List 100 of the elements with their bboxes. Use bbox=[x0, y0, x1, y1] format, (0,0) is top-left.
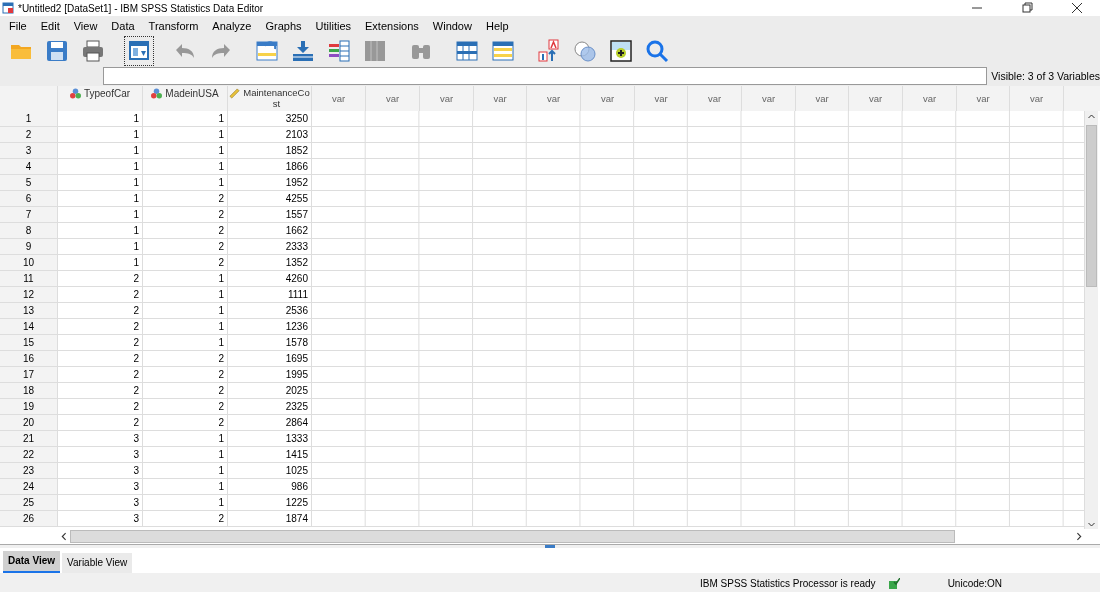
table-cell: 1 bbox=[143, 463, 228, 479]
row-number[interactable]: 7 bbox=[0, 207, 58, 223]
row-number[interactable]: 10 bbox=[0, 255, 58, 271]
row-number[interactable]: 5 bbox=[0, 175, 58, 191]
table-cell: 3 bbox=[58, 463, 143, 479]
row-number[interactable]: 22 bbox=[0, 447, 58, 463]
close-icon[interactable] bbox=[1070, 1, 1084, 15]
table-cell: 1 bbox=[143, 319, 228, 335]
row-number[interactable]: 25 bbox=[0, 495, 58, 511]
table-cell: 1 bbox=[58, 127, 143, 143]
scrollbar-thumb[interactable] bbox=[1086, 125, 1097, 287]
table-cell: 3 bbox=[58, 511, 143, 527]
table-cell: 2 bbox=[143, 511, 228, 527]
visible-variables-label: Visible: 3 of 3 Variables bbox=[991, 70, 1100, 82]
restore-icon[interactable] bbox=[1020, 1, 1034, 15]
table-cell: 2 bbox=[58, 271, 143, 287]
column-header[interactable]: TypeofCar bbox=[83, 87, 131, 101]
unicode-status: Unicode:ON bbox=[947, 578, 1003, 589]
cell-editor-field[interactable] bbox=[103, 67, 988, 85]
menu-item[interactable]: Window bbox=[425, 20, 479, 32]
menu-item[interactable]: File bbox=[2, 20, 34, 32]
table-cell: 2 bbox=[58, 319, 143, 335]
menu-item[interactable]: View bbox=[66, 20, 105, 32]
menu-item[interactable]: Edit bbox=[33, 20, 67, 32]
row-number[interactable]: 26 bbox=[0, 511, 58, 527]
table-cell: 1 bbox=[58, 207, 143, 223]
table-cell: 1 bbox=[143, 175, 228, 191]
table-cell: 1 bbox=[58, 239, 143, 255]
splitter-handle[interactable] bbox=[545, 545, 555, 548]
table-cell: 2 bbox=[143, 367, 228, 383]
table-cell: 3 bbox=[58, 447, 143, 463]
table-cell: 3 bbox=[58, 431, 143, 447]
table-cell: 1 bbox=[58, 191, 143, 207]
table-cell: 1 bbox=[58, 223, 143, 239]
table-cell: 2 bbox=[143, 223, 228, 239]
table-cell: 2 bbox=[143, 191, 228, 207]
row-number[interactable]: 6 bbox=[0, 191, 58, 207]
table-cell: 2 bbox=[58, 415, 143, 431]
menu-item[interactable]: Help bbox=[478, 20, 516, 32]
column-header[interactable]: MaintenanceCo st bbox=[242, 87, 311, 109]
row-number[interactable]: 21 bbox=[0, 431, 58, 447]
table-cell: 1 bbox=[58, 143, 143, 159]
column-header[interactable]: MadeinUSA bbox=[165, 87, 219, 101]
table-cell: 1 bbox=[143, 127, 228, 143]
menu-item[interactable]: Utilities bbox=[308, 20, 358, 32]
row-number[interactable]: 12 bbox=[0, 287, 58, 303]
row-number[interactable]: 16 bbox=[0, 351, 58, 367]
table-cell: 2 bbox=[143, 207, 228, 223]
row-number[interactable]: 19 bbox=[0, 399, 58, 415]
row-number[interactable]: 8 bbox=[0, 223, 58, 239]
row-number[interactable]: 2 bbox=[0, 127, 58, 143]
table-cell: 2 bbox=[58, 303, 143, 319]
table-cell: 1 bbox=[143, 303, 228, 319]
table-cell: 2 bbox=[58, 383, 143, 399]
status-text: IBM SPSS Statistics Processor is ready bbox=[700, 578, 876, 589]
view-tab[interactable]: Variable View bbox=[62, 553, 133, 573]
menu-item[interactable]: Data bbox=[104, 20, 142, 32]
row-number[interactable]: 17 bbox=[0, 367, 58, 383]
table-cell: 1 bbox=[143, 479, 228, 495]
ready-icon bbox=[887, 578, 900, 589]
table-cell: 3 bbox=[58, 495, 143, 511]
row-number[interactable]: 23 bbox=[0, 463, 58, 479]
table-cell: 1 bbox=[143, 287, 228, 303]
table-cell: 1 bbox=[143, 431, 228, 447]
row-number[interactable]: 14 bbox=[0, 319, 58, 335]
table-cell: 1 bbox=[58, 159, 143, 175]
table-cell: 2 bbox=[58, 367, 143, 383]
table-cell: 2 bbox=[143, 415, 228, 431]
table-cell: 1 bbox=[58, 255, 143, 271]
table-cell: 1 bbox=[143, 271, 228, 287]
table-cell: 2 bbox=[143, 399, 228, 415]
row-number[interactable]: 11 bbox=[0, 271, 58, 287]
row-number[interactable]: 4 bbox=[0, 159, 58, 175]
table-cell: 2 bbox=[58, 399, 143, 415]
row-number[interactable]: 13 bbox=[0, 303, 58, 319]
row-number[interactable]: 3 bbox=[0, 143, 58, 159]
table-cell: 1 bbox=[143, 447, 228, 463]
table-cell: 1 bbox=[143, 335, 228, 351]
view-tab[interactable]: Data View bbox=[3, 551, 61, 573]
table-cell: 3 bbox=[58, 479, 143, 495]
row-number[interactable]: 24 bbox=[0, 479, 58, 495]
table-cell: 2 bbox=[143, 383, 228, 399]
table-cell: 2 bbox=[58, 335, 143, 351]
menu-item[interactable]: Transform bbox=[141, 20, 206, 32]
nominal-variable-icon bbox=[151, 88, 163, 99]
scrollbar-thumb[interactable] bbox=[70, 530, 955, 543]
menu-item[interactable]: Analyze bbox=[205, 20, 259, 32]
row-number[interactable]: 1 bbox=[0, 111, 58, 127]
table-cell: 2 bbox=[143, 351, 228, 367]
ruler-icon bbox=[228, 88, 240, 99]
row-number[interactable]: 9 bbox=[0, 239, 58, 255]
table-cell: 2 bbox=[58, 287, 143, 303]
menu-item[interactable]: Graphs bbox=[258, 20, 309, 32]
table-cell: 2 bbox=[58, 351, 143, 367]
table-cell: 1 bbox=[143, 111, 228, 127]
row-number[interactable]: 20 bbox=[0, 415, 58, 431]
row-number[interactable]: 15 bbox=[0, 335, 58, 351]
table-cell: 1 bbox=[143, 495, 228, 511]
row-number[interactable]: 18 bbox=[0, 383, 58, 399]
menu-item[interactable]: Extensions bbox=[358, 20, 426, 32]
